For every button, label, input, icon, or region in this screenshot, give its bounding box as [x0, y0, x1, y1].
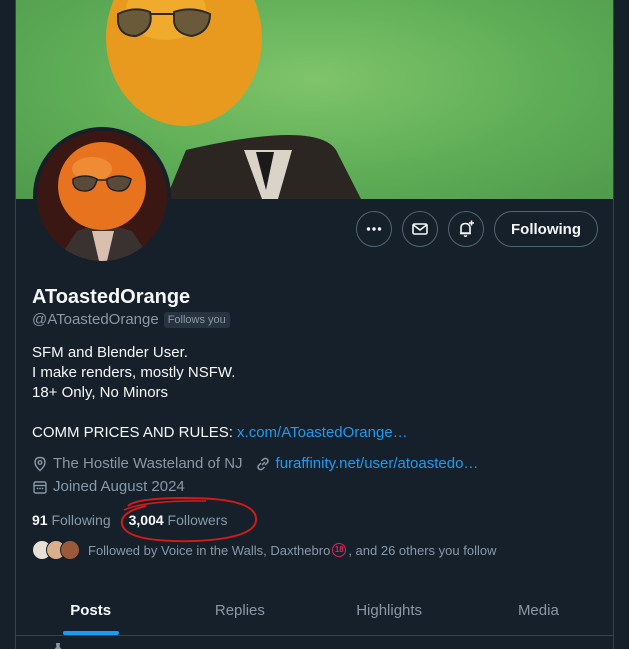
outer-background-left [0, 0, 16, 649]
active-tab-indicator [62, 631, 119, 635]
location-item: The Hostile Wasteland of NJ [32, 455, 243, 472]
tab-label: Replies [214, 602, 265, 619]
location-text: The Hostile Wasteland of NJ [53, 455, 243, 472]
user-handle: @AToastedOrange [32, 311, 159, 328]
message-button[interactable] [402, 211, 439, 247]
bell-plus-icon [460, 220, 475, 237]
tab-label: Highlights [356, 602, 423, 619]
avatar [60, 540, 80, 560]
website-item: furaffinity.net/user/atoastedo… [255, 455, 479, 472]
profile-avatar[interactable] [33, 127, 171, 265]
profile-bio: SFM and Blender User. I make renders, mo… [32, 343, 408, 443]
tab-posts[interactable]: Posts [16, 586, 165, 635]
calendar-icon [33, 480, 47, 494]
bio-comm-line: COMM PRICES AND RULES: x.com/AToastedOra… [32, 423, 408, 443]
followed-by-row[interactable]: Followed by Voice in the Walls, Daxthebr… [32, 540, 496, 560]
following-count: 91 [32, 512, 48, 528]
tab-replies[interactable]: Replies [165, 586, 314, 635]
bio-line: SFM and Blender User. [32, 344, 188, 361]
comm-link[interactable]: x.com/AToastedOrange… [237, 424, 408, 441]
joined-row: Joined August 2024 [32, 478, 197, 495]
joined-text: Joined August 2024 [53, 478, 185, 495]
mail-icon [412, 223, 428, 235]
profile-tabs: Posts Replies Highlights Media [16, 586, 613, 636]
tab-label: Posts [70, 602, 112, 619]
avatar-image [37, 131, 167, 261]
profile-meta-row: The Hostile Wasteland of NJ furaffinity.… [32, 455, 490, 472]
tab-media[interactable]: Media [464, 586, 613, 635]
followed-by-prefix: Followed by Voice in the Walls, Daxthebr… [88, 542, 331, 558]
bio-line: 18+ Only, No Minors [32, 384, 169, 401]
profile-actions: Following [356, 211, 598, 247]
pinned-indicator [52, 642, 64, 649]
following-button[interactable]: Following [494, 211, 598, 247]
followed-by-suffix: , and 26 others you follow [348, 542, 497, 558]
follows-you-badge: Follows you [163, 311, 230, 328]
website-link[interactable]: furaffinity.net/user/atoastedo… [276, 455, 479, 472]
age-18-badge-icon: 18 [332, 543, 347, 557]
column-border-right [613, 0, 614, 649]
handle-row: @AToastedOrange Follows you [32, 311, 230, 328]
more-horizontal-icon [366, 227, 382, 231]
comm-label: COMM PRICES AND RULES: [32, 424, 238, 441]
link-icon [256, 457, 269, 470]
bio-line: I make renders, mostly NSFW. [32, 364, 236, 381]
display-name: AToastedOrange [32, 286, 191, 308]
tab-highlights[interactable]: Highlights [315, 586, 464, 635]
pin-icon [54, 643, 62, 649]
joined-item: Joined August 2024 [32, 478, 185, 495]
tab-label: Media [517, 602, 559, 619]
outer-background-right [614, 0, 629, 649]
notifications-button[interactable] [448, 211, 485, 247]
more-button[interactable] [356, 211, 393, 247]
location-pin-icon [34, 456, 46, 471]
following-stat[interactable]: 91 Following [32, 512, 111, 528]
following-label: Following [47, 512, 111, 528]
mutual-avatars [32, 540, 80, 560]
bio-spacer [32, 403, 408, 423]
annotation-circle [120, 496, 258, 543]
